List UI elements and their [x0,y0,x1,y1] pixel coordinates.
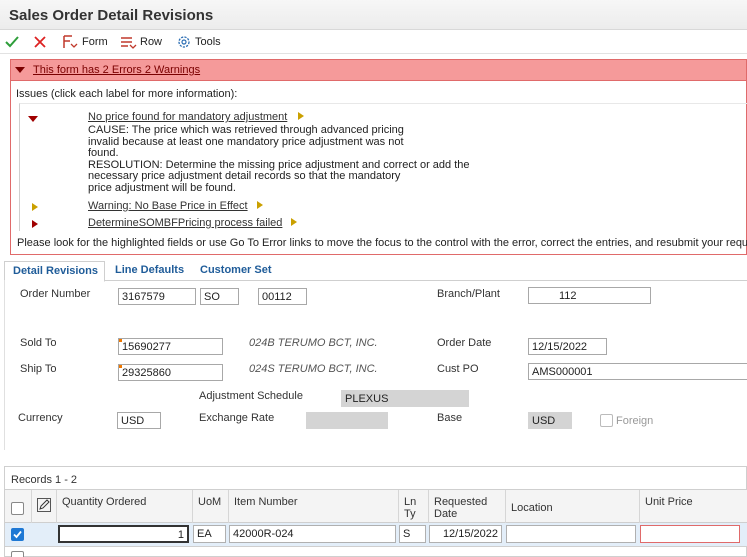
ship-to-field[interactable]: 29325860 [118,364,223,381]
goto-error-icon[interactable] [291,218,297,226]
row-menu-button[interactable]: Row [120,33,162,51]
order-company-field[interactable]: 00112 [258,288,307,305]
ln-ty-cell[interactable]: S [399,525,426,543]
row-icon [121,37,137,49]
branch-plant-label: Branch/Plant [437,288,500,300]
checkmark-icon [5,36,19,48]
edit-pencil-icon [37,498,51,512]
currency-label: Currency [18,412,63,424]
col-requested-date[interactable]: Requested Date [428,490,505,524]
cust-po-label: Cust PO [437,363,479,375]
row-select-checkbox[interactable] [11,551,24,557]
issues-label: Issues (click each label for more inform… [16,88,238,100]
order-date-label: Order Date [437,337,492,349]
branch-plant-field[interactable]: 112 [528,287,651,304]
close-icon [34,36,46,48]
ship-to-label: Ship To [20,363,57,375]
tab-bar: Detail Revisions Line Defaults Customer … [4,261,747,282]
form-menu-label: Form [82,36,108,48]
exchange-rate-field [306,412,388,429]
unit-price-cell[interactable] [640,525,740,543]
cust-po-field[interactable]: AMS000001 [528,363,747,380]
item-number-cell[interactable]: 42000R-024 [229,525,396,543]
select-all-checkbox[interactable] [11,502,24,515]
table-row[interactable]: 1 EA 42000R-024 S 12/15/2022 [5,523,747,547]
collapse-triangle-icon[interactable] [15,67,25,73]
ok-button[interactable] [4,33,20,51]
records-count: Records 1 - 2 [11,474,78,486]
order-number-field[interactable]: 3167579 [118,288,196,305]
issue-link-base-price[interactable]: Warning: No Base Price in Effect [88,200,248,212]
title-bar: Sales Order Detail Revisions [0,0,747,30]
exchange-rate-label: Exchange Rate [199,412,275,424]
tab-customer-set[interactable]: Customer Set [200,261,272,281]
gear-icon [178,36,190,48]
order-type-field[interactable]: SO [200,288,239,305]
cancel-button[interactable] [32,33,48,51]
col-uom[interactable]: UoM [192,490,228,524]
col-ln-ty[interactable]: Ln Ty [398,490,428,524]
issue-details: CAUSE: The price which was retrieved thr… [88,124,470,194]
tab-line-defaults[interactable]: Line Defaults [115,261,184,281]
sold-to-label: Sold To [20,337,57,349]
toolbar: Form Row Tools [0,30,747,54]
error-summary[interactable]: This form has 2 Errors 2 Warnings [33,64,200,76]
col-quantity-ordered[interactable]: Quantity Ordered [56,490,192,524]
col-location[interactable]: Location [505,490,639,524]
foreign-checkbox[interactable] [600,414,613,427]
expand-toggle-icon[interactable] [28,116,38,122]
uom-cell[interactable]: EA [193,525,226,543]
ship-to-name: 024S TERUMO BCT, INC. [249,363,378,375]
col-unit-price[interactable]: Unit Price [639,490,747,524]
adjustment-schedule-label: Adjustment Schedule [199,390,303,402]
row-menu-label: Row [140,36,163,48]
detail-grid: Records 1 - 2 Quantity Ordered UoM Item … [4,466,747,557]
error-footer-text: Please look for the highlighted fields o… [17,237,747,249]
issue-link-price-adjustment[interactable]: No price found for mandatory adjustment [88,111,287,123]
error-expand-icon[interactable] [32,220,38,228]
row-select-checkbox[interactable] [11,528,24,541]
base-label: Base [437,412,463,424]
error-header[interactable]: This form has 2 Errors 2 Warnings [11,60,746,81]
quantity-cell[interactable]: 1 [58,525,189,543]
goto-warning-icon[interactable] [257,201,263,209]
location-cell[interactable] [506,525,636,543]
header-form: Order Number 3167579 SO 00112 Branch/Pla… [4,280,747,450]
form-icon [63,35,78,48]
requested-date-cell[interactable]: 12/15/2022 [429,525,502,543]
order-date-field[interactable]: 12/15/2022 [528,338,607,355]
grid-header: Quantity Ordered UoM Item Number Ln Ty R… [5,489,747,524]
tools-menu-button[interactable]: Tools [176,33,221,51]
sold-to-field[interactable]: 15690277 [118,338,223,355]
window-title: Sales Order Detail Revisions [9,7,214,24]
tools-menu-label: Tools [195,36,221,48]
tab-detail-revisions[interactable]: Detail Revisions [4,261,105,282]
issue-list: No price found for mandatory adjustment … [19,103,747,231]
order-number-label: Order Number [20,288,91,300]
sold-to-name: 024B TERUMO BCT, INC. [249,337,378,349]
goto-error-icon[interactable] [298,112,304,120]
currency-field[interactable]: USD [117,412,161,429]
warning-expand-icon[interactable] [32,203,38,211]
checkmark-icon [13,530,22,539]
adjustment-schedule-field: PLEXUS [341,390,469,407]
col-item-number[interactable]: Item Number [228,490,398,524]
foreign-label: Foreign [616,415,654,427]
form-menu-button[interactable]: Form [62,33,108,51]
issue-link-pricing-process[interactable]: DetermineSOMBFPricing process failed [88,217,282,229]
error-panel: This form has 2 Errors 2 Warnings Issues… [10,59,747,255]
base-currency-field: USD [528,412,572,429]
grid-edit-column[interactable] [31,490,56,524]
